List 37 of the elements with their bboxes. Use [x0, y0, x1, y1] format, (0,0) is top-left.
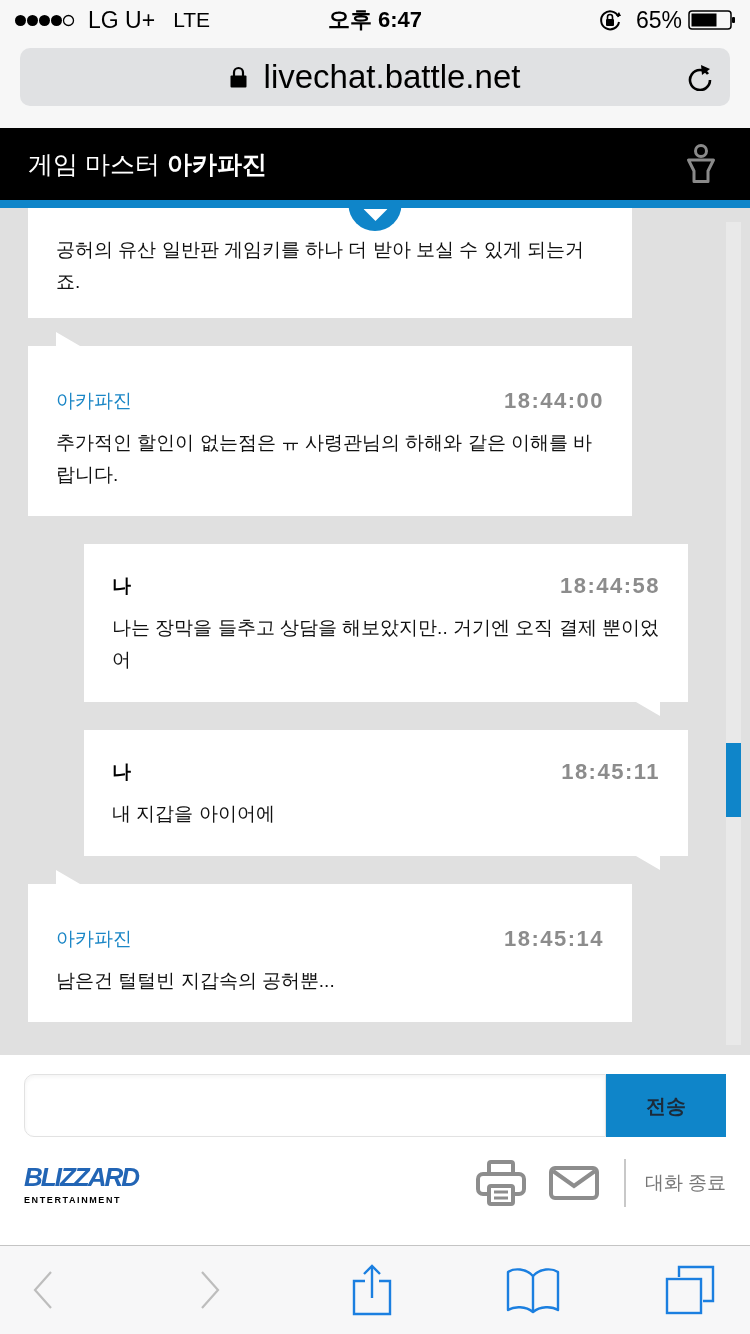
signal-icon [14, 13, 76, 27]
message-text: 남은건 털털빈 지갑속의 공허뿐... [56, 969, 336, 993]
share-icon[interactable] [352, 1264, 392, 1316]
sender-name: 나 [112, 574, 131, 598]
mail-icon[interactable] [548, 1166, 599, 1200]
end-chat-button[interactable]: 대화 종료 [644, 1170, 726, 1196]
sender-name: 아카파진 [56, 389, 132, 413]
message-text: 공허의 유산 일반판 게임키를 하나 더 받아 보실 수 있게 되는거죠. [56, 238, 585, 294]
carrier-name: LG U+ [88, 6, 156, 34]
clock-time: 오후 6:47 [327, 6, 423, 34]
send-button[interactable]: 전송 [606, 1074, 726, 1137]
message-time: 18:44:00 [503, 388, 604, 414]
network-type: LTE [173, 7, 211, 33]
person-icon[interactable] [686, 144, 716, 184]
url-text: livechat.battle.net [263, 57, 521, 97]
message-time: 18:44:58 [559, 573, 660, 599]
address-bar[interactable]: livechat.battle.net [20, 48, 730, 106]
battery-percent: 65% [635, 6, 682, 34]
print-icon[interactable] [475, 1159, 526, 1207]
battery-icon [688, 10, 736, 30]
book-icon[interactable] [506, 1266, 560, 1314]
message-time: 18:45:14 [503, 926, 604, 952]
sender-name: 나 [112, 760, 131, 784]
tabs-icon[interactable] [665, 1265, 715, 1315]
lock-icon [229, 66, 247, 88]
chat-title: 게임 마스터 아카파진 [28, 149, 267, 180]
message-input[interactable] [24, 1074, 606, 1137]
message-text: 내 지갑을 아이어에 [112, 802, 276, 826]
rotation-lock-icon [597, 8, 622, 32]
logo-tagline: ENTERTAINMENT [24, 1194, 122, 1206]
message-time: 18:45:11 [561, 759, 660, 785]
message-text: 추가적인 할인이 없는점은 ㅠ 사령관님의 하해와 같은 이해를 바랍니다. [56, 431, 594, 487]
reload-icon[interactable] [687, 63, 713, 91]
logo-wordmark: BLIZZARD [24, 1160, 138, 1193]
sender-name: 아카파진 [56, 927, 132, 951]
scrollbar-thumb[interactable] [726, 743, 741, 817]
message-text: 나는 장막을 들추고 상담을 해보았지만.. 거기엔 오직 결제 뿐이었어 [112, 616, 660, 672]
